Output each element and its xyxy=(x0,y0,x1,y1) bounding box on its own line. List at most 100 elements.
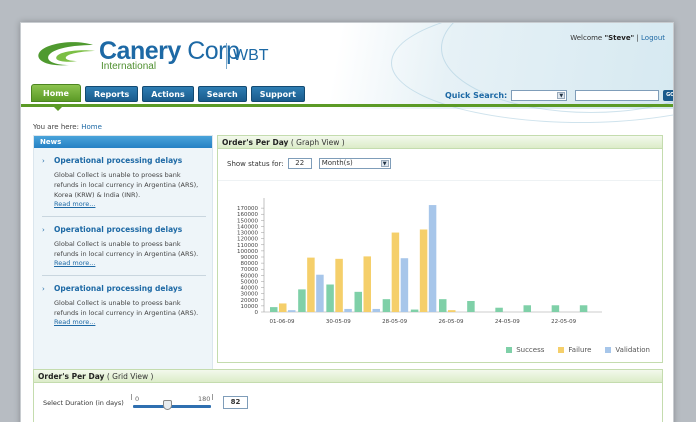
x-tick-label: 26-05-09 xyxy=(439,319,464,325)
duration-slider-thumb[interactable] xyxy=(163,400,173,410)
read-more-link[interactable]: Read more... xyxy=(54,259,206,267)
orders-bar-chart: 0100002000030000400005000060000700008000… xyxy=(237,198,602,325)
brand-corp: Corp xyxy=(187,37,240,65)
chevron-down-icon[interactable]: ▼ xyxy=(380,160,389,167)
bar-success xyxy=(439,299,447,312)
chevron-down-icon[interactable]: ▼ xyxy=(557,92,566,99)
bar-success xyxy=(382,299,391,312)
slider-tick xyxy=(131,394,132,400)
y-tick-label: 50000 xyxy=(241,279,259,285)
graph-panel-header: Order's Per Day ( Graph View ) xyxy=(218,136,662,149)
duration-value-input[interactable]: 82 xyxy=(223,396,248,409)
bar-validation xyxy=(372,308,380,312)
legend-swatch xyxy=(558,347,565,353)
legend-swatch xyxy=(605,347,612,353)
y-tick-label: 100000 xyxy=(237,249,258,255)
read-more-link[interactable]: Read more... xyxy=(54,200,206,208)
news-item-body: Global Collect is unable to proess bank … xyxy=(54,240,199,258)
y-tick-label: 110000 xyxy=(237,243,258,249)
legend-validation: Validation xyxy=(605,346,650,354)
bar-success xyxy=(495,307,503,312)
news-item-title[interactable]: Operational processing delays xyxy=(54,284,206,293)
news-title: News xyxy=(34,136,212,148)
logo[interactable]: Canery Corp International WBT xyxy=(35,37,295,77)
x-tick-label: 28-05-09 xyxy=(382,319,407,325)
nav-support[interactable]: Support xyxy=(250,86,305,102)
bar-success xyxy=(410,309,419,312)
breadcrumb: You are here: Home xyxy=(33,123,102,131)
logo-divider xyxy=(226,43,227,69)
grid-panel-subtitle: ( Grid View ) xyxy=(106,372,154,381)
logo-mark-icon xyxy=(38,42,95,66)
quick-search-select[interactable]: ▼ xyxy=(511,90,568,101)
nav-home[interactable]: Home xyxy=(31,84,81,102)
slider-max-label: 180 xyxy=(198,395,211,403)
news-item-body: Global Collect is unable to proess bank … xyxy=(54,171,199,199)
y-tick-label: 40000 xyxy=(241,286,259,292)
legend-failure: Failure xyxy=(558,346,591,354)
y-tick-label: 60000 xyxy=(241,273,259,279)
chevron-right-icon: › xyxy=(42,285,45,293)
bar-success xyxy=(551,305,560,312)
bar-success xyxy=(270,307,278,312)
y-tick-label: 30000 xyxy=(241,292,259,298)
nav-search[interactable]: Search xyxy=(197,86,247,102)
bar-validation xyxy=(400,258,409,312)
bar-success xyxy=(326,284,334,312)
logout-link[interactable]: Logout xyxy=(641,34,665,42)
bar-failure xyxy=(363,256,371,312)
brand-subtitle: International xyxy=(101,61,157,72)
y-tick-label: 80000 xyxy=(241,261,259,267)
bar-validation xyxy=(344,308,352,312)
bar-success xyxy=(467,301,475,312)
period-select-value: Month(s) xyxy=(321,159,353,167)
quick-search-input[interactable] xyxy=(575,90,660,101)
y-tick-label: 160000 xyxy=(237,212,258,218)
news-item: › Operational processing delays Global C… xyxy=(34,148,212,208)
bar-failure xyxy=(419,229,428,312)
y-tick-label: 130000 xyxy=(237,231,258,237)
chart-divider xyxy=(218,180,662,181)
orders-graph-panel: Order's Per Day ( Graph View ) Show stat… xyxy=(217,135,663,363)
status-count-input[interactable]: 22 xyxy=(287,158,312,169)
bar-failure xyxy=(391,232,400,312)
y-tick-label: 70000 xyxy=(241,267,259,273)
bar-success xyxy=(354,291,362,312)
nav-actions[interactable]: Actions xyxy=(142,86,194,102)
bar-success xyxy=(523,305,531,312)
slider-tick xyxy=(212,394,213,400)
news-panel: News › Operational processing delays Glo… xyxy=(33,135,213,380)
y-tick-label: 140000 xyxy=(237,224,258,230)
breadcrumb-home-link[interactable]: Home xyxy=(81,123,102,131)
read-more-link[interactable]: Read more... xyxy=(54,318,206,326)
y-tick-label: 10000 xyxy=(241,304,259,310)
news-item-title[interactable]: Operational processing delays xyxy=(54,225,206,234)
nav-underline xyxy=(21,104,673,107)
grid-panel-header: Order's Per Day ( Grid View ) xyxy=(34,370,662,383)
x-tick-label: 30-05-09 xyxy=(326,319,351,325)
news-item-title[interactable]: Operational processing delays xyxy=(54,156,206,165)
slider-min-label: 0 xyxy=(135,395,140,403)
app-window: Canery Corp International WBT Welcome "S… xyxy=(20,22,674,422)
nav-reports[interactable]: Reports xyxy=(84,86,139,102)
chevron-right-icon: › xyxy=(42,226,45,234)
bar-failure xyxy=(448,310,456,312)
chart-legend: Success Failure Validation xyxy=(506,346,650,354)
user-name: "Steve" xyxy=(604,34,635,42)
bar-failure xyxy=(335,258,343,312)
period-select[interactable]: Month(s) ▼ xyxy=(318,158,391,169)
y-tick-label: 20000 xyxy=(241,298,259,304)
legend-label: Success xyxy=(516,346,545,354)
bar-success xyxy=(579,305,588,312)
bar-success xyxy=(298,289,306,312)
x-tick-label: 22-05-09 xyxy=(551,319,576,325)
y-tick-label: 150000 xyxy=(237,218,258,224)
news-item: › Operational processing delays Global C… xyxy=(34,276,212,326)
graph-panel-subtitle: ( Graph View ) xyxy=(290,138,345,147)
quick-search-go-button[interactable]: GO xyxy=(663,90,673,101)
x-tick-label: 24-05-09 xyxy=(495,319,520,325)
status-filter: Show status for: 22 Month(s) ▼ xyxy=(227,158,391,169)
news-item: › Operational processing delays Global C… xyxy=(34,217,212,267)
bar-failure xyxy=(279,303,287,312)
grid-panel-title: Order's Per Day xyxy=(38,372,105,381)
